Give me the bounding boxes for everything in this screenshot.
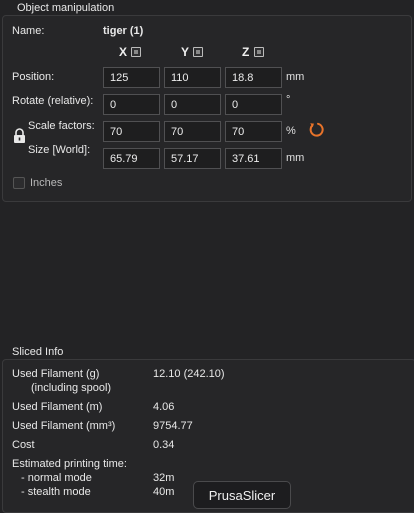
- object-name: tiger (1): [103, 25, 144, 37]
- rotate-x-input[interactable]: [103, 94, 160, 115]
- inches-label: Inches: [30, 177, 63, 189]
- name-label: Name:: [12, 25, 45, 37]
- used-filament-mm3-label: Used Filament (mm³): [12, 420, 116, 432]
- used-filament-mm3-value: 9754.77: [153, 420, 193, 432]
- axis-z-header: Z: [242, 45, 250, 59]
- scale-y-input[interactable]: [164, 121, 221, 142]
- app-tooltip: PrusaSlicer: [193, 481, 291, 509]
- rotate-y-input[interactable]: [164, 94, 221, 115]
- used-filament-m-label: Used Filament (m): [12, 401, 103, 413]
- normal-mode-label: - normal mode: [21, 472, 92, 484]
- size-label: Size [World]:: [28, 144, 91, 156]
- print-time-label: Estimated printing time:: [12, 458, 127, 470]
- position-label: Position:: [12, 71, 55, 83]
- size-x-input[interactable]: [103, 148, 160, 169]
- axis-x-header: X: [119, 45, 128, 59]
- position-x-input[interactable]: [103, 67, 160, 88]
- rotate-unit: °: [286, 94, 291, 106]
- axis-y-icon[interactable]: [193, 47, 203, 57]
- axis-z-icon[interactable]: [254, 47, 264, 57]
- reset-scale-icon[interactable]: [308, 121, 325, 138]
- position-unit: mm: [286, 71, 305, 83]
- cost-label: Cost: [12, 439, 35, 451]
- scale-label: Scale factors:: [28, 120, 95, 132]
- position-z-input[interactable]: [225, 67, 282, 88]
- axis-x-icon[interactable]: [131, 47, 141, 57]
- stealth-mode-label: - stealth mode: [21, 486, 91, 498]
- lock-icon[interactable]: [13, 128, 26, 144]
- scale-z-input[interactable]: [225, 121, 282, 142]
- position-y-input[interactable]: [164, 67, 221, 88]
- rotate-label: Rotate (relative):: [12, 95, 94, 107]
- axis-y-header: Y: [181, 45, 190, 59]
- cost-value: 0.34: [153, 439, 175, 451]
- rotate-z-input[interactable]: [225, 94, 282, 115]
- scale-x-input[interactable]: [103, 121, 160, 142]
- sliced-info-title: Sliced Info: [12, 346, 64, 358]
- normal-mode-value: 32m: [153, 472, 175, 484]
- object-manipulation-title: Object manipulation: [17, 2, 115, 14]
- stealth-mode-value: 40m: [153, 486, 175, 498]
- scale-unit: %: [286, 125, 296, 137]
- used-filament-g-value: 12.10 (242.10): [153, 368, 225, 380]
- used-filament-m-value: 4.06: [153, 401, 175, 413]
- size-z-input[interactable]: [225, 148, 282, 169]
- used-filament-g-label: Used Filament (g): [12, 368, 100, 380]
- size-unit: mm: [286, 152, 305, 164]
- inches-checkbox[interactable]: [13, 177, 25, 189]
- size-y-input[interactable]: [164, 148, 221, 169]
- used-filament-g-sublabel: (including spool): [31, 382, 112, 394]
